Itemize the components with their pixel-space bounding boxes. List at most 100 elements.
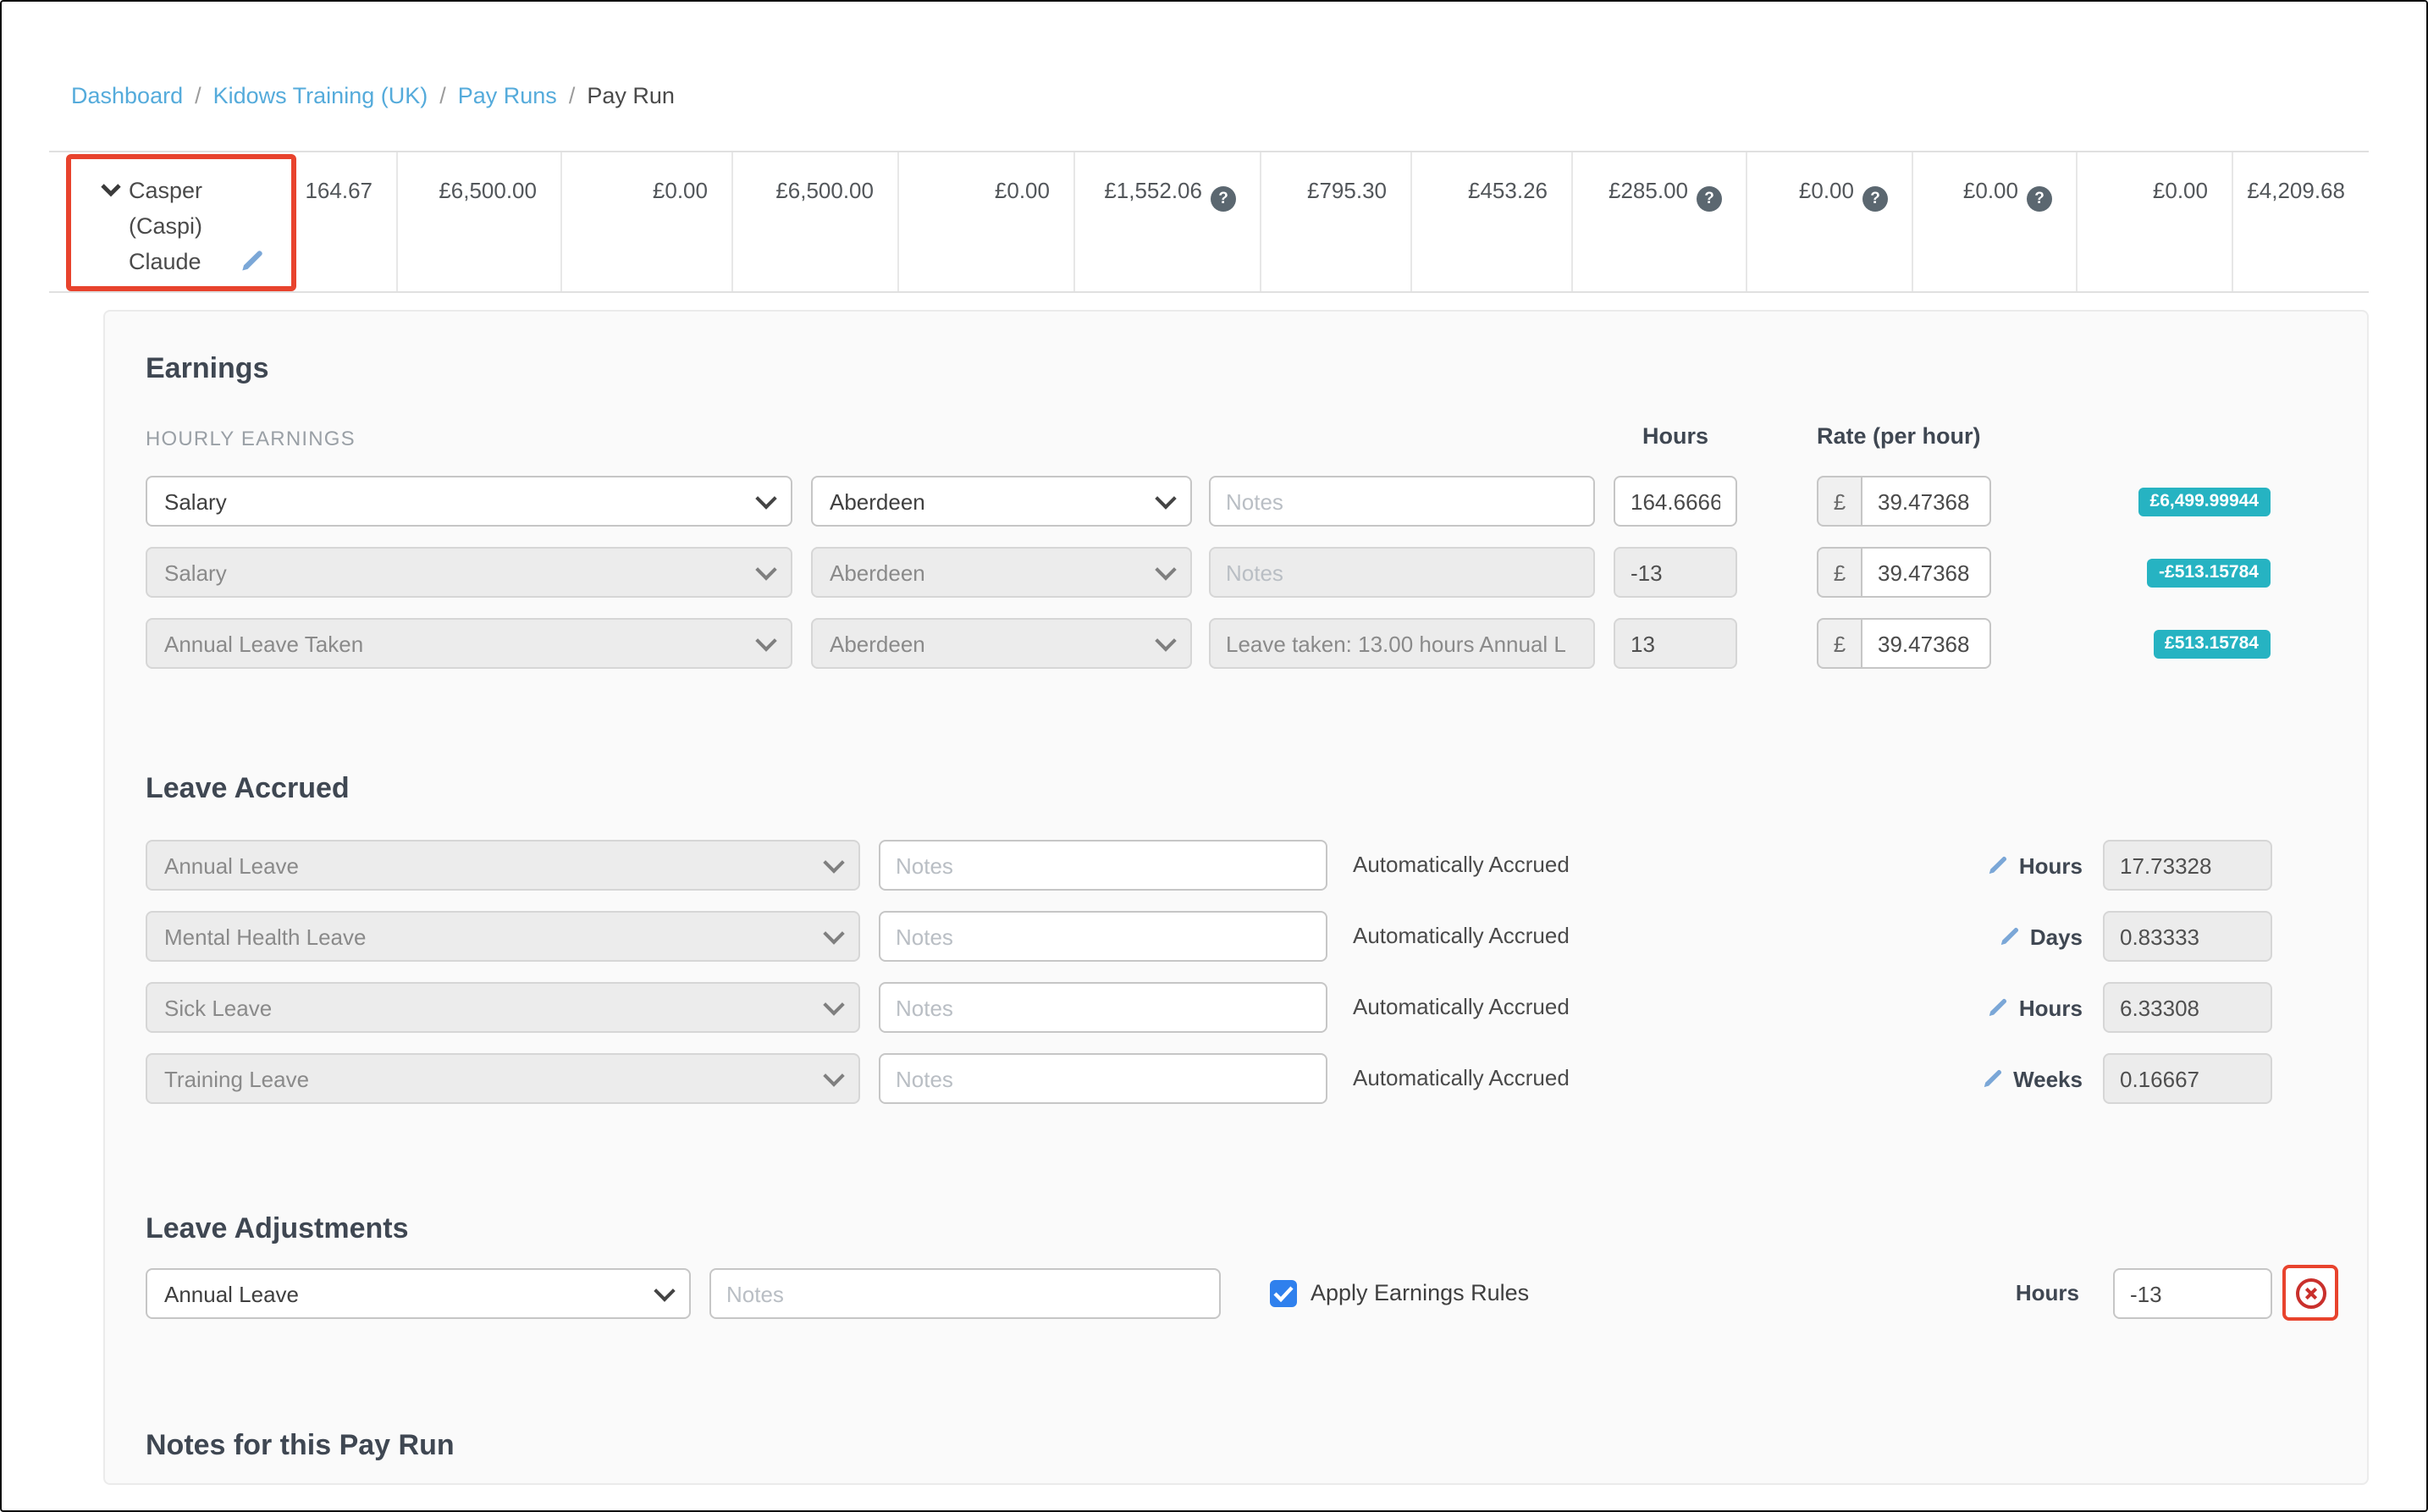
hours-input[interactable] — [1614, 476, 1737, 527]
adjustment-hours-label: Hours — [2016, 1268, 2079, 1319]
employee-name-line: Casper — [129, 173, 202, 208]
chevron-down-icon — [654, 1279, 675, 1300]
chevron-down-icon — [1155, 487, 1176, 508]
payrun-value: £0.00 — [2153, 178, 2208, 203]
hours-input — [1614, 547, 1737, 598]
leave-accrued-row: Sick Leave Automatically Accrued Hours — [105, 982, 2367, 1033]
notes-input[interactable] — [879, 1053, 1327, 1104]
rate-input[interactable] — [1861, 547, 1991, 598]
leave-accrued-row: Annual Leave Automatically Accrued Hours — [105, 840, 2367, 891]
accrued-value-input — [2103, 982, 2272, 1033]
payrun-cell: £1,552.06? — [1075, 152, 1261, 291]
location-value: Aberdeen — [830, 560, 925, 585]
leave-type-value: Annual Leave — [164, 1281, 299, 1306]
payrun-cell: £0.00? — [1913, 152, 2078, 291]
payrun-value: £0.00 — [1963, 178, 2018, 203]
rate-input[interactable] — [1861, 476, 1991, 527]
annotation-highlight-delete — [2282, 1265, 2338, 1321]
rate-column-header: Rate (per hour) — [1817, 423, 1981, 449]
help-icon[interactable]: ? — [2027, 186, 2052, 212]
accrual-status: Automatically Accrued — [1353, 1053, 1570, 1104]
edit-pencil-icon[interactable] — [1998, 925, 2020, 947]
help-icon[interactable]: ? — [1862, 186, 1888, 212]
earning-type-select: Annual Leave Taken — [146, 618, 792, 669]
adjustment-hours-input[interactable] — [2113, 1268, 2272, 1319]
payrun-cell: £6,500.00 — [398, 152, 562, 291]
breadcrumb-current: Pay Run — [587, 83, 675, 108]
chevron-down-icon — [823, 851, 844, 872]
currency-prefix: £ — [1817, 476, 1861, 527]
leave-type-select: Training Leave — [146, 1053, 860, 1104]
leave-type-select: Mental Health Leave — [146, 911, 860, 962]
edit-pencil-icon[interactable] — [1987, 854, 2009, 876]
notes-input[interactable] — [879, 840, 1327, 891]
currency-prefix: £ — [1817, 618, 1861, 669]
chevron-down-icon — [823, 1064, 844, 1085]
payrun-cell: £453.26 — [1412, 152, 1573, 291]
unit-label: Days — [2030, 924, 2083, 949]
accrued-value-input — [2103, 840, 2272, 891]
notes-input[interactable] — [709, 1268, 1221, 1319]
payrun-cell: £0.00? — [1747, 152, 1913, 291]
location-value: Aberdeen — [830, 631, 925, 656]
earning-total-badge: £513.15784 — [2153, 630, 2271, 659]
rate-input[interactable] — [1861, 618, 1991, 669]
notes-input[interactable] — [879, 911, 1327, 962]
chevron-down-icon — [823, 993, 844, 1014]
notes-input[interactable] — [1209, 476, 1595, 527]
hours-column-header: Hours — [1614, 423, 1737, 449]
notes-input[interactable] — [879, 982, 1327, 1033]
payrun-value: 164.67 — [305, 178, 372, 203]
payrun-cell: £795.30 — [1261, 152, 1412, 291]
earnings-row: Salary Aberdeen £ £6,499.99944 — [105, 476, 2367, 527]
earning-total-badge: -£513.15784 — [2147, 559, 2271, 588]
earnings-title: Earnings — [146, 352, 269, 386]
earning-type-value: Annual Leave Taken — [164, 631, 363, 656]
leave-accrued-row: Mental Health Leave Automatically Accrue… — [105, 911, 2367, 962]
earnings-row: Annual Leave Taken Aberdeen £ £513.15784 — [105, 618, 2367, 669]
accrual-status: Automatically Accrued — [1353, 911, 1570, 962]
help-icon[interactable]: ? — [1697, 186, 1722, 212]
employee-cell[interactable]: Casper (Caspi) Claude — [49, 152, 286, 291]
payrun-value: £1,552.06 — [1104, 178, 1202, 203]
location-select[interactable]: Aberdeen — [811, 476, 1192, 527]
unit-label: Hours — [2019, 995, 2083, 1020]
breadcrumb: Dashboard / Kidows Training (UK) / Pay R… — [71, 83, 675, 108]
location-select: Aberdeen — [811, 547, 1192, 598]
edit-pencil-icon[interactable] — [1981, 1068, 2003, 1090]
apply-earnings-rules-label[interactable]: Apply Earnings Rules — [1311, 1268, 1529, 1319]
breadcrumb-link-payruns[interactable]: Pay Runs — [458, 83, 557, 108]
hours-input — [1614, 618, 1737, 669]
leave-type-select[interactable]: Annual Leave — [146, 1268, 691, 1319]
payrun-cell-hours: 164.67 — [286, 152, 398, 291]
payrun-cell: £0.00 — [2078, 152, 2233, 291]
unit-label: Weeks — [2013, 1066, 2083, 1091]
payrun-summary-row: Casper (Caspi) Claude 164.67 £6,500.00 £… — [49, 151, 2369, 293]
leave-type-select: Sick Leave — [146, 982, 860, 1033]
notes-input — [1209, 618, 1595, 669]
breadcrumb-link-business[interactable]: Kidows Training (UK) — [213, 83, 428, 108]
chevron-down-icon — [823, 922, 844, 943]
breadcrumb-link-dashboard[interactable]: Dashboard — [71, 83, 183, 108]
notes-section-title: Notes for this Pay Run — [146, 1429, 455, 1463]
chevron-down-icon — [1155, 558, 1176, 579]
breadcrumb-separator: / — [195, 83, 201, 108]
edit-pencil-icon[interactable] — [1987, 996, 2009, 1018]
payrun-value: £0.00 — [653, 178, 708, 203]
payrun-value: £795.30 — [1307, 178, 1387, 203]
earning-total-badge: £6,499.99944 — [2138, 488, 2271, 516]
payrun-page: Dashboard / Kidows Training (UK) / Pay R… — [0, 0, 2428, 1512]
delete-row-icon[interactable] — [2295, 1277, 2326, 1308]
chevron-down-icon[interactable] — [100, 183, 122, 198]
employee-name-line: (Caspi) — [129, 208, 286, 244]
edit-pencil-icon[interactable] — [239, 249, 264, 274]
leave-type-value: Sick Leave — [164, 995, 272, 1020]
apply-earnings-rules-checkbox[interactable] — [1270, 1280, 1297, 1307]
chevron-down-icon — [755, 558, 776, 579]
chevron-down-icon — [1155, 629, 1176, 650]
chevron-down-icon — [755, 487, 776, 508]
leave-accrued-row: Training Leave Automatically Accrued Wee… — [105, 1053, 2367, 1104]
earning-type-select[interactable]: Salary — [146, 476, 792, 527]
location-value: Aberdeen — [830, 488, 925, 514]
help-icon[interactable]: ? — [1211, 186, 1236, 212]
